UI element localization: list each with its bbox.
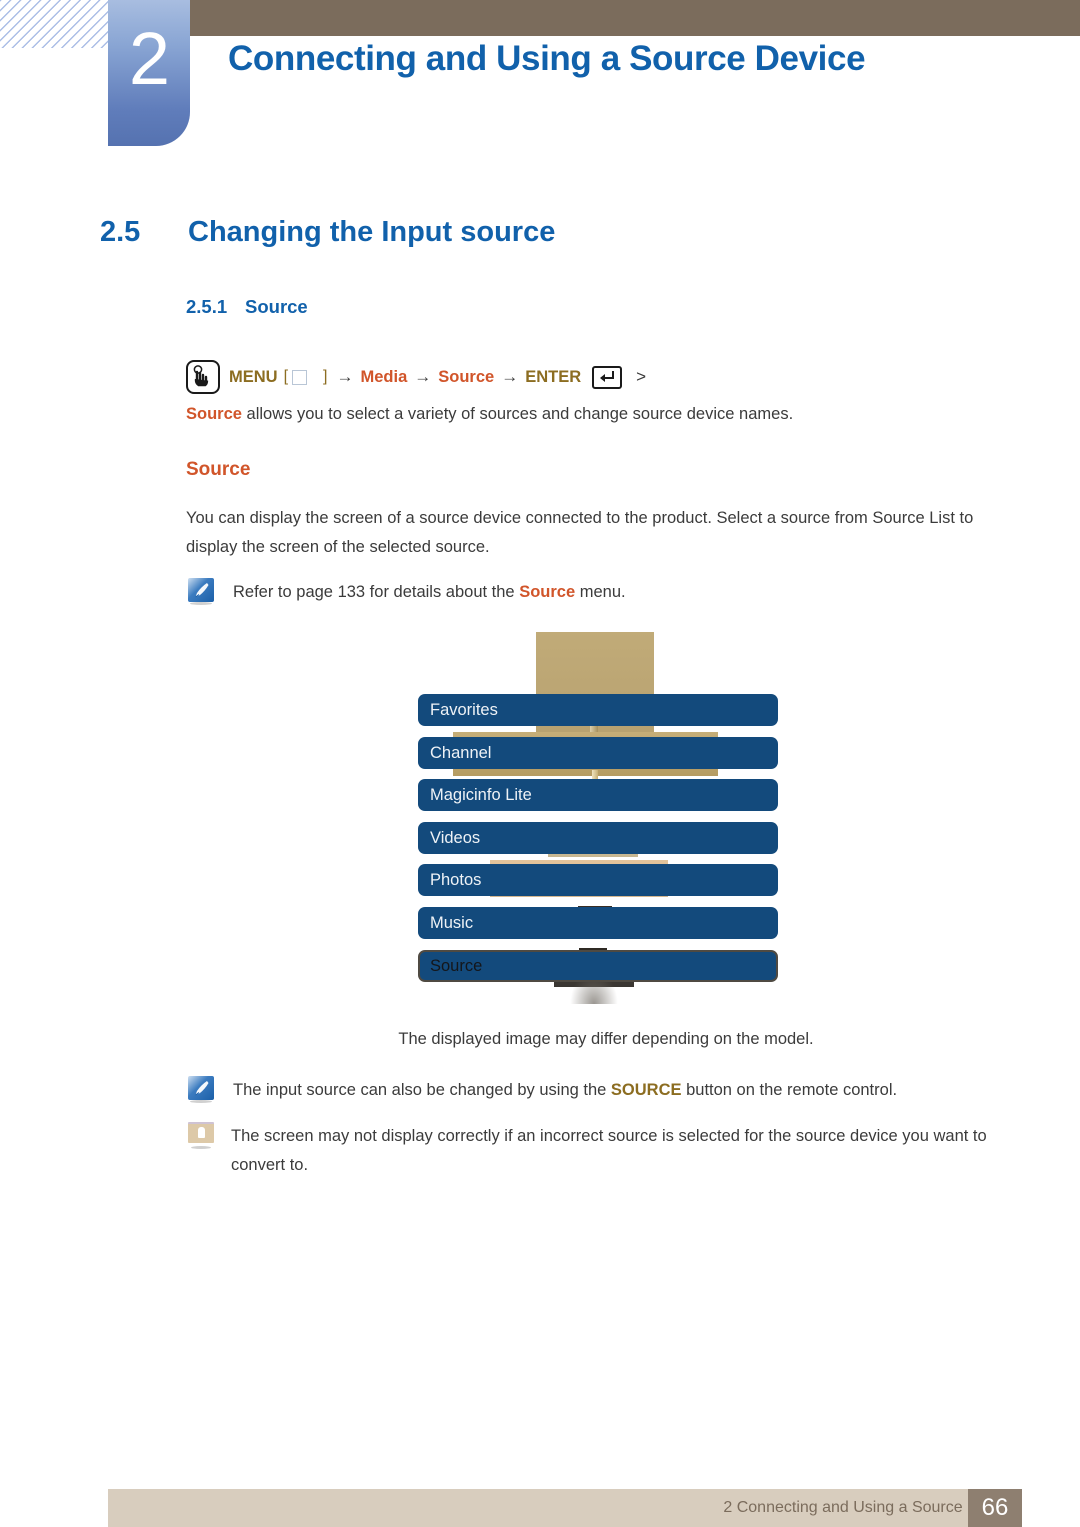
- section-number: 2.5: [100, 216, 141, 248]
- menu-label-magicinfo-lite: Magicinfo Lite: [430, 786, 532, 804]
- menu-label-channel: Channel: [430, 744, 492, 762]
- note-refer-text: Refer to page 133 for details about the …: [233, 578, 626, 607]
- page-number: 66: [968, 1489, 1022, 1527]
- menu-path-source-label: Source: [438, 367, 495, 386]
- note-refer-highlight: Source: [519, 583, 576, 601]
- menu-path-media-label: Media: [360, 367, 408, 386]
- menu-label-music: Music: [430, 914, 474, 932]
- menu-path-arrow-1: →: [336, 367, 354, 386]
- intro-rest: allows you to select a variety of source…: [241, 405, 794, 423]
- note-remote-highlight: SOURCE: [610, 1081, 682, 1099]
- note-refer-before: Refer to page 133 for details about the: [233, 583, 520, 601]
- subsection-title: Source: [245, 296, 308, 317]
- note-icon: [188, 1076, 214, 1104]
- menu-path-line: MENU [ ] → Media → Source → ENTER >: [186, 360, 646, 394]
- menu-path-menu-label: MENU: [229, 367, 278, 386]
- note-refer-after: menu.: [575, 583, 626, 601]
- enter-key-icon: [592, 365, 623, 389]
- menu-path-arrow-2: →: [414, 367, 432, 386]
- description-paragraph: You can display the screen of a source d…: [186, 509, 974, 556]
- source-subheading: Source: [186, 459, 251, 480]
- note-caution: The screen may not display correctly if …: [188, 1122, 1028, 1180]
- hand-pointer-icon: [186, 360, 220, 394]
- menu-label-videos: Videos: [430, 829, 481, 847]
- intro-paragraph: Source allows you to select a variety of…: [186, 400, 1016, 429]
- square-button-icon: [292, 369, 308, 385]
- note-icon: [188, 578, 214, 606]
- chapter-number-tab: 2: [108, 0, 190, 146]
- decorative-hatch-pattern: [0, 0, 110, 48]
- chapter-title: Connecting and Using a Source Device: [228, 39, 866, 78]
- header-brown-bar: [190, 0, 1080, 36]
- note-remote-before: The input source can also be changed by …: [233, 1081, 611, 1099]
- intro-highlight: Source: [186, 405, 242, 423]
- subsection-number: 2.5.1: [186, 296, 228, 317]
- illustration-caption: The displayed image may differ depending…: [398, 1030, 814, 1048]
- section-heading: 2.5 Changing the Input source: [100, 216, 555, 249]
- note-remote-text: The input source can also be changed by …: [233, 1076, 897, 1105]
- menu-label-photos: Photos: [430, 871, 482, 889]
- note-remote-after: button on the remote control.: [681, 1081, 898, 1099]
- source-menu-illustration: Favorites Channel Magicinfo Lite Videos …: [418, 632, 778, 1004]
- menu-path-bracket-open: [: [283, 368, 291, 385]
- caution-icon: [188, 1122, 214, 1152]
- menu-label-source: Source: [430, 957, 483, 975]
- note-refer-page: Refer to page 133 for details about the …: [188, 578, 1018, 607]
- note-remote-control: The input source can also be changed by …: [188, 1076, 1018, 1105]
- subsection-heading: 2.5.1 Source: [186, 296, 308, 318]
- menu-path-trailing: >: [636, 367, 647, 386]
- chapter-number: 2: [128, 17, 170, 100]
- menu-path-arrow-3: →: [501, 367, 519, 386]
- note-caution-text: The screen may not display correctly if …: [231, 1127, 987, 1174]
- menu-path-bracket-close: ]: [323, 368, 330, 385]
- menu-path-enter-label: ENTER: [525, 367, 582, 386]
- section-title: Changing the Input source: [188, 216, 556, 248]
- menu-label-favorites: Favorites: [430, 701, 498, 719]
